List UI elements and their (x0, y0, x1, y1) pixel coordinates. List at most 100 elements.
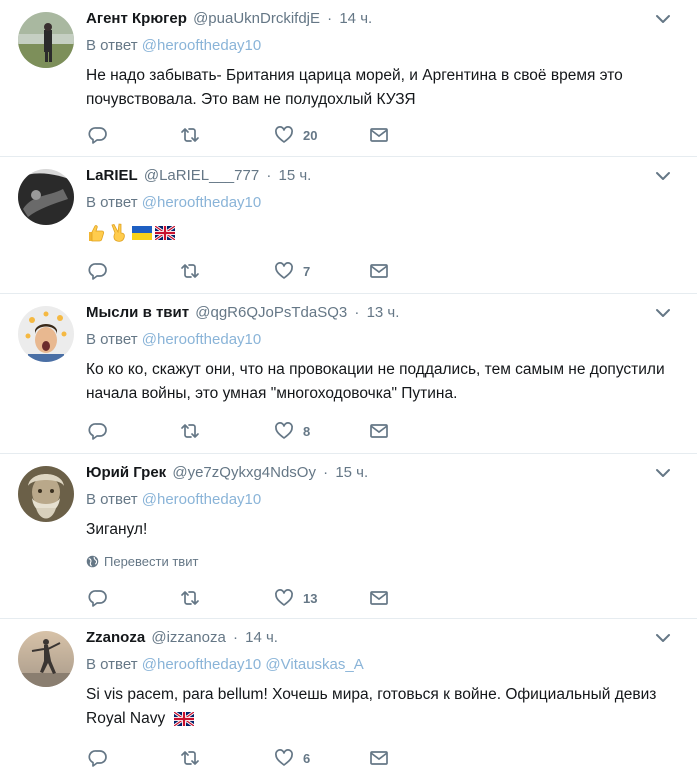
chevron-down-icon[interactable] (655, 465, 671, 481)
avatar[interactable] (18, 306, 74, 362)
reply-button[interactable] (88, 747, 108, 769)
like-count: 7 (303, 263, 311, 279)
direct-message-button[interactable] (369, 587, 389, 609)
reply-context: В ответ @herooftheday10 (86, 194, 261, 211)
user-handle[interactable]: @puaUknDrckifdjE (193, 10, 320, 27)
display-name[interactable]: Мысли в твит (86, 304, 189, 321)
reply-prefix: В ответ (86, 491, 138, 508)
chevron-down-icon[interactable] (655, 305, 671, 321)
reply-button[interactable] (88, 420, 108, 442)
reply-icon (88, 423, 107, 440)
user-handle[interactable]: @ye7zQykxg4NdsOy (172, 464, 316, 481)
tweet-header: Юрий Грек @ye7zQykxg4NdsOy · 15 ч. (86, 463, 368, 483)
reply-button[interactable] (88, 124, 108, 146)
direct-message-button[interactable] (369, 124, 389, 146)
retweet-button[interactable] (180, 124, 200, 146)
envelope-icon (370, 591, 388, 605)
tweet-header: LaRIEL @LaRIEL___777 · 15 ч. (86, 166, 311, 186)
reply-context: В ответ @herooftheday10 (86, 491, 261, 508)
reply-context: В ответ @herooftheday10 (86, 331, 261, 348)
like-count: 8 (303, 423, 311, 439)
reply-prefix: В ответ (86, 656, 138, 673)
like-button[interactable]: 6 (274, 747, 310, 769)
tweet[interactable]: Zzanoza @izzanoza · 14 ч. В ответ @heroo… (0, 619, 697, 783)
timestamp[interactable]: 14 ч. (245, 629, 278, 646)
display-name[interactable]: Zzanoza (86, 629, 145, 646)
envelope-icon (370, 751, 388, 765)
reply-mention[interactable]: @herooftheday10 (142, 37, 261, 54)
tweet-actions: 7 (88, 260, 398, 282)
heart-icon (275, 422, 293, 439)
tweet-header: Zzanoza @izzanoza · 14 ч. (86, 628, 278, 648)
chevron-down-icon[interactable] (655, 168, 671, 184)
display-name[interactable]: Агент Крюгер (86, 10, 187, 27)
translate-label: Перевести твит (104, 554, 199, 569)
tweet-header: Агент Крюгер @puaUknDrckifdjE · 14 ч. (86, 9, 372, 29)
avatar[interactable] (18, 631, 74, 687)
like-count: 13 (303, 590, 318, 606)
direct-message-button[interactable] (369, 260, 389, 282)
chevron-down-icon[interactable] (655, 630, 671, 646)
timestamp[interactable]: 14 ч. (339, 10, 372, 27)
flag-uk-icon (173, 711, 194, 726)
globe-icon (86, 555, 99, 568)
avatar[interactable] (18, 12, 74, 68)
retweet-button[interactable] (180, 587, 200, 609)
heart-icon (275, 749, 293, 766)
retweet-icon (181, 264, 199, 278)
avatar-image (18, 12, 74, 68)
retweet-button[interactable] (180, 747, 200, 769)
heart-icon (275, 262, 293, 279)
tweet[interactable]: LaRIEL @LaRIEL___777 · 15 ч. В ответ @he… (0, 157, 697, 294)
envelope-icon (370, 128, 388, 142)
reply-icon (88, 127, 107, 144)
timestamp[interactable]: 15 ч. (335, 464, 368, 481)
like-button[interactable]: 8 (274, 420, 310, 442)
emoji-row (86, 223, 175, 243)
reply-mention[interactable]: @herooftheday10 (142, 331, 261, 348)
chevron-down-icon[interactable] (655, 11, 671, 27)
avatar[interactable] (18, 466, 74, 522)
retweet-icon (181, 128, 199, 142)
like-button[interactable]: 7 (274, 260, 310, 282)
reply-mention[interactable]: @herooftheday10 (142, 194, 261, 211)
tweet[interactable]: Мысли в твит @qgR6QJoPsTdaSQ3 · 13 ч. В … (0, 294, 697, 454)
flag-ukraine-icon (132, 225, 152, 240)
user-handle[interactable]: @LaRIEL___777 (144, 167, 259, 184)
retweet-button[interactable] (180, 420, 200, 442)
user-handle[interactable]: @qgR6QJoPsTdaSQ3 (195, 304, 347, 321)
display-name[interactable]: LaRIEL (86, 167, 138, 184)
timestamp[interactable]: 13 ч. (367, 304, 400, 321)
avatar[interactable] (18, 169, 74, 225)
tweet-header: Мысли в твит @qgR6QJoPsTdaSQ3 · 13 ч. (86, 303, 399, 323)
retweet-icon (181, 424, 199, 438)
reply-context: В ответ @herooftheday10 (86, 37, 261, 54)
retweet-button[interactable] (180, 260, 200, 282)
display-name[interactable]: Юрий Грек (86, 464, 166, 481)
reply-prefix: В ответ (86, 194, 138, 211)
translate-tweet-link[interactable]: Перевести твит (86, 554, 198, 569)
avatar-image (18, 466, 74, 522)
direct-message-button[interactable] (369, 420, 389, 442)
direct-message-button[interactable] (369, 747, 389, 769)
tweet[interactable]: Юрий Грек @ye7zQykxg4NdsOy · 15 ч. В отв… (0, 454, 697, 619)
tweet[interactable]: Агент Крюгер @puaUknDrckifdjE · 14 ч. В … (0, 0, 697, 157)
like-button[interactable]: 13 (274, 587, 317, 609)
user-handle[interactable]: @izzanoza (151, 629, 225, 646)
tweet-actions: 13 (88, 587, 398, 609)
reply-button[interactable] (88, 587, 108, 609)
reply-button[interactable] (88, 260, 108, 282)
tweet-actions: 20 (88, 124, 398, 146)
reply-mention[interactable]: @herooftheday10 @Vitauskas_A (142, 656, 364, 673)
like-count: 20 (303, 127, 318, 143)
victory-hand-icon (111, 223, 125, 242)
reply-mention[interactable]: @herooftheday10 (142, 491, 261, 508)
separator-dot: · (323, 464, 329, 481)
envelope-icon (370, 424, 388, 438)
avatar-image (18, 306, 74, 362)
tweet-text-content: Si vis pacem, para bellum! Хочешь мира, … (86, 686, 657, 727)
tweet-text: Ко ко ко, скажут они, что на провокации … (86, 361, 665, 402)
retweet-icon (181, 591, 199, 605)
like-button[interactable]: 20 (274, 124, 317, 146)
timestamp[interactable]: 15 ч. (279, 167, 312, 184)
